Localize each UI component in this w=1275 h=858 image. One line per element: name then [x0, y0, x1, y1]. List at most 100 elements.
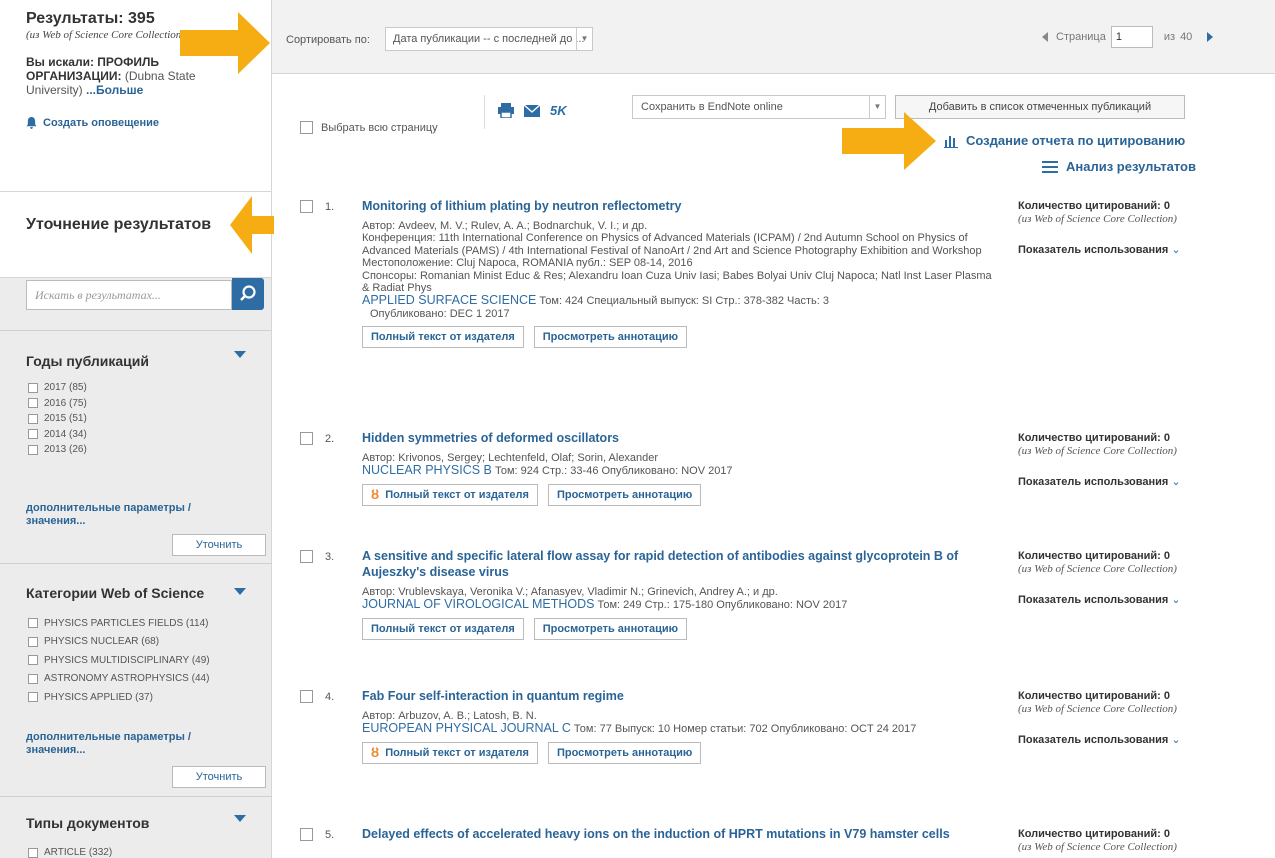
- facet-item[interactable]: PHYSICS MULTIDISCIPLINARY (49): [28, 651, 210, 670]
- select-all-label: Выбрать всю страницу: [321, 121, 438, 134]
- record-title[interactable]: Hidden symmetries of deformed oscillator…: [362, 430, 992, 446]
- divider: [0, 563, 272, 564]
- bell-icon: [26, 117, 37, 129]
- add-to-marked-button[interactable]: Добавить в список отмеченных публикаций: [895, 95, 1185, 119]
- checkbox[interactable]: [28, 444, 38, 455]
- facet-item-label: 2016 (75): [44, 397, 87, 409]
- full-text-button[interactable]: Полный текст от издателя: [362, 617, 524, 640]
- usage-count-link[interactable]: Показатель использования: [1018, 733, 1268, 746]
- open-access-icon: ȣ: [371, 486, 380, 502]
- facet-more-link[interactable]: дополнительные параметры / значения...: [26, 731, 246, 757]
- checkbox[interactable]: [28, 382, 38, 393]
- record-checkbox[interactable]: [300, 690, 313, 703]
- more-link[interactable]: ...Больше: [86, 83, 143, 97]
- record-details: Том: 424 Специальный выпуск: SI Стр.: 37…: [539, 295, 829, 308]
- full-text-button[interactable]: ȣ Полный текст от издателя: [362, 741, 538, 764]
- checkbox[interactable]: [28, 618, 38, 629]
- usage-count-link[interactable]: Показатель использования: [1018, 593, 1268, 606]
- record-title[interactable]: Delayed effects of accelerated heavy ion…: [362, 826, 992, 842]
- list-icon: [1042, 160, 1058, 173]
- record-title[interactable]: Monitoring of lithium plating by neutron…: [362, 198, 992, 214]
- journal-link[interactable]: NUCLEAR PHYSICS B: [362, 463, 492, 477]
- record-details: Том: 77 Выпуск: 10 Номер статьи: 702 Опу…: [573, 723, 917, 736]
- arrow-right-icon: [842, 112, 936, 170]
- page-input[interactable]: 1: [1110, 26, 1153, 48]
- facet-item[interactable]: ASTRONOMY ASTROPHYSICS (44): [28, 670, 210, 689]
- record-checkbox[interactable]: [300, 828, 313, 841]
- facet-item[interactable]: PHYSICS PARTICLES FIELDS (114): [28, 614, 210, 633]
- usage-count-link[interactable]: Показатель использования: [1018, 475, 1268, 488]
- next-page-icon[interactable]: [1207, 32, 1214, 42]
- facet-item[interactable]: 2013 (26): [28, 442, 87, 458]
- checkbox[interactable]: [28, 413, 38, 424]
- checkbox[interactable]: [28, 673, 38, 684]
- record-conference: Конференция: 11th International Conferen…: [362, 232, 982, 270]
- record-number: 5.: [300, 828, 334, 841]
- search-within-input[interactable]: Искать в результатах...: [26, 280, 232, 310]
- create-alert-link[interactable]: Создать оповещение: [26, 117, 255, 129]
- collapse-triangle-icon[interactable]: [234, 588, 246, 595]
- journal-link[interactable]: JOURNAL OF VIROLOGICAL METHODS: [362, 597, 594, 611]
- record-checkbox[interactable]: [300, 432, 313, 445]
- record-index: 4.: [325, 690, 335, 703]
- checkbox[interactable]: [28, 398, 38, 409]
- facet-item-label: ASTRONOMY ASTROPHYSICS (44): [44, 673, 210, 685]
- full-text-button[interactable]: Полный текст от издателя: [362, 326, 524, 349]
- arrow-left-icon: [230, 196, 274, 254]
- view-abstract-label: Просмотреть аннотацию: [556, 746, 693, 759]
- view-abstract-button[interactable]: Просмотреть аннотацию: [547, 741, 702, 764]
- record-title[interactable]: A sensitive and specific lateral flow as…: [362, 548, 992, 580]
- record-checkbox[interactable]: [300, 200, 313, 213]
- collapse-triangle-icon[interactable]: [234, 351, 246, 358]
- search-button[interactable]: [232, 278, 264, 310]
- checkbox[interactable]: [28, 692, 38, 703]
- export-5k-link[interactable]: 5K: [550, 103, 567, 118]
- checkbox[interactable]: [28, 429, 38, 440]
- divider: [0, 330, 272, 331]
- facet-item[interactable]: 2016 (75): [28, 396, 87, 412]
- facet-item[interactable]: 2017 (85): [28, 380, 87, 396]
- bar-chart-icon: [944, 135, 958, 148]
- record-index: 1.: [325, 200, 335, 213]
- record-title[interactable]: Fab Four self-interaction in quantum reg…: [362, 688, 992, 704]
- select-all[interactable]: Выбрать всю страницу: [300, 121, 438, 134]
- citation-report-link[interactable]: Создание отчета по цитированию: [944, 133, 1185, 148]
- journal-link[interactable]: APPLIED SURFACE SCIENCE: [362, 293, 536, 307]
- facet-item-label: 2015 (51): [44, 413, 87, 425]
- view-abstract-button[interactable]: Просмотреть аннотацию: [547, 483, 702, 506]
- journal-link[interactable]: EUROPEAN PHYSICAL JOURNAL C: [362, 721, 571, 735]
- full-text-button[interactable]: ȣ Полный текст от издателя: [362, 483, 538, 506]
- sort-label: Сортировать по:: [286, 34, 370, 46]
- arrow-right-icon: [180, 12, 270, 74]
- checkbox[interactable]: [28, 636, 38, 647]
- sort-select[interactable]: Дата публикации -- с последней до ... ▼: [385, 27, 593, 51]
- facet-item[interactable]: PHYSICS APPLIED (37): [28, 688, 210, 707]
- record-number: 2.: [300, 432, 334, 445]
- collapse-triangle-icon[interactable]: [234, 815, 246, 822]
- facet-more-link[interactable]: дополнительные параметры / значения...: [26, 502, 246, 528]
- open-access-icon: ȣ: [371, 744, 380, 760]
- refine-button[interactable]: Уточнить: [172, 766, 266, 788]
- analyze-results-link[interactable]: Анализ результатов: [1042, 159, 1196, 174]
- facet-item-label: PHYSICS PARTICLES FIELDS (114): [44, 617, 209, 629]
- facet-item[interactable]: PHYSICS NUCLEAR (68): [28, 633, 210, 652]
- facet-item[interactable]: 2015 (51): [28, 411, 87, 427]
- facet-title-doc-types: Типы документов: [26, 815, 150, 831]
- pagination: Страница 1 из 40: [1042, 26, 1214, 48]
- facet-item[interactable]: ARTICLE (332): [28, 845, 112, 858]
- prev-page-icon[interactable]: [1042, 32, 1048, 42]
- record-number: 4.: [300, 690, 334, 703]
- usage-count-link[interactable]: Показатель использования: [1018, 243, 1268, 256]
- select-all-checkbox[interactable]: [300, 121, 313, 134]
- facet-item[interactable]: 2014 (34): [28, 427, 87, 443]
- checkbox[interactable]: [28, 847, 38, 858]
- view-abstract-button[interactable]: Просмотреть аннотацию: [533, 326, 688, 349]
- refine-button[interactable]: Уточнить: [172, 534, 266, 556]
- checkbox[interactable]: [28, 655, 38, 666]
- record-checkbox[interactable]: [300, 550, 313, 563]
- citation-count: Количество цитирований: 0: [1018, 200, 1171, 212]
- email-icon[interactable]: [524, 104, 540, 117]
- view-abstract-button[interactable]: Просмотреть аннотацию: [533, 617, 688, 640]
- facet-item-label: ARTICLE (332): [44, 847, 113, 858]
- print-icon[interactable]: [498, 103, 514, 118]
